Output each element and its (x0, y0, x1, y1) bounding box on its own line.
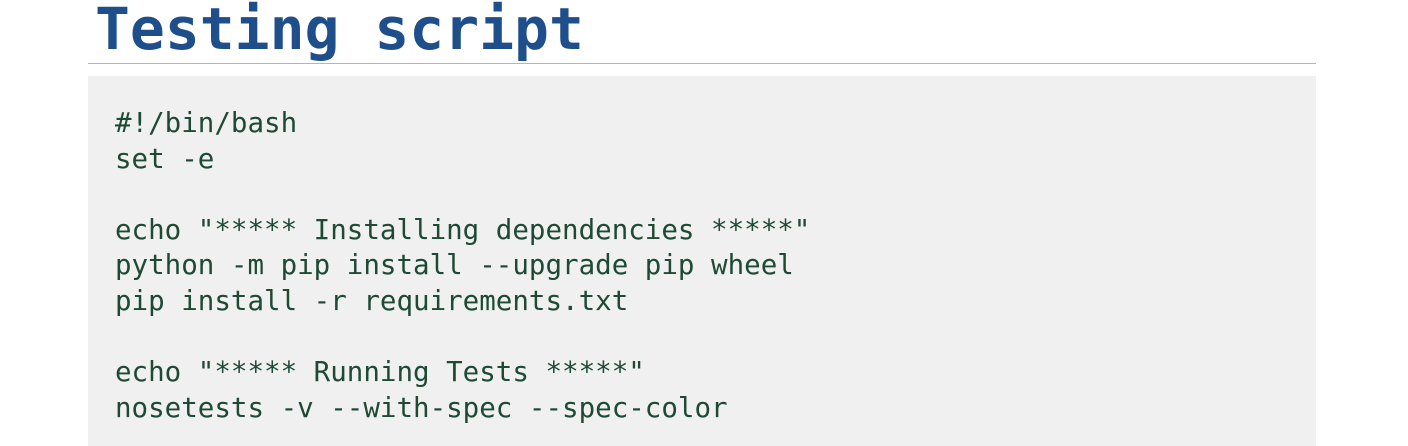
slide-title: Testing script (95, 0, 584, 63)
code-line-shebang: #!/bin/bash (115, 107, 298, 139)
code-line-echo-installing: echo "***** Installing dependencies ****… (115, 213, 811, 246)
title-divider (88, 63, 1316, 64)
code-listing: #!/bin/bash set -e echo "***** Installing … (115, 106, 810, 426)
code-block: #!/bin/bash set -e echo "***** Installing … (88, 76, 1316, 446)
code-line-nosetests: nosetests -v --with-spec --spec-color (115, 391, 728, 424)
code-line-echo-running: echo "***** Running Tests *****" (115, 356, 645, 389)
code-line-set-e: set -e (115, 142, 215, 175)
code-line-pip-install-requirements: pip install -r requirements.txt (115, 284, 629, 317)
code-line-pip-upgrade: python -m pip install --upgrade pip whee… (115, 249, 794, 282)
